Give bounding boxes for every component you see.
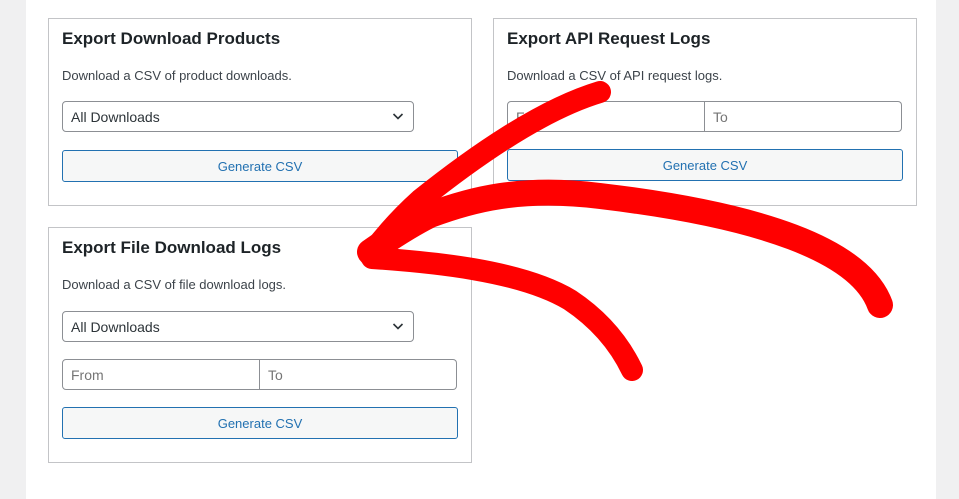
from-date-input[interactable] — [507, 101, 705, 132]
select-value: All Downloads — [71, 108, 160, 125]
generate-csv-button[interactable]: Generate CSV — [62, 407, 458, 439]
card-title: Export Download Products — [62, 29, 281, 48]
select-value: All Downloads — [71, 318, 160, 335]
export-api-request-logs-card: Export API Request Logs Download a CSV o… — [493, 18, 917, 206]
downloads-select[interactable]: All Downloads — [62, 101, 414, 132]
from-date-input[interactable] — [62, 359, 260, 390]
card-title: Export API Request Logs — [507, 29, 711, 48]
export-tools-page: Export Download Products Download a CSV … — [26, 0, 936, 499]
chevron-down-icon — [392, 323, 404, 330]
card-description: Download a CSV of product downloads. — [62, 68, 292, 83]
generate-csv-button[interactable]: Generate CSV — [62, 150, 458, 182]
date-range — [507, 101, 902, 132]
export-file-download-logs-card: Export File Download Logs Download a CSV… — [48, 227, 472, 463]
card-title: Export File Download Logs — [62, 238, 282, 257]
generate-csv-button[interactable]: Generate CSV — [507, 149, 903, 181]
date-range — [62, 359, 457, 390]
card-description: Download a CSV of API request logs. — [507, 68, 723, 83]
to-date-input[interactable] — [260, 359, 457, 390]
export-download-products-card: Export Download Products Download a CSV … — [48, 18, 472, 206]
to-date-input[interactable] — [705, 101, 902, 132]
chevron-down-icon — [392, 113, 404, 120]
card-description: Download a CSV of file download logs. — [62, 277, 287, 292]
downloads-select[interactable]: All Downloads — [62, 311, 414, 342]
